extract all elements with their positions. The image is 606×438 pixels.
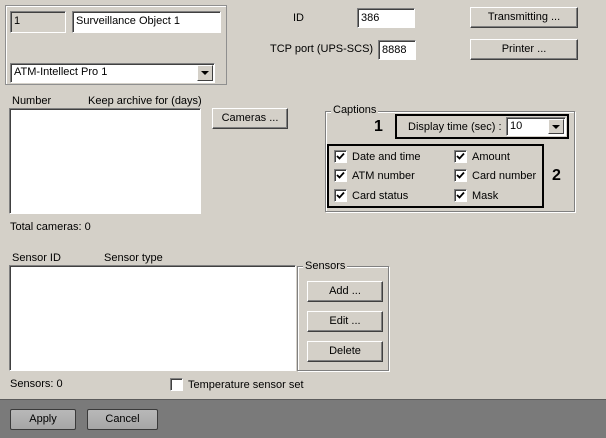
edit-sensor-button[interactable]: Edit ... — [307, 311, 383, 332]
card-status-label: Card status — [352, 190, 409, 202]
display-time-value: 10 — [510, 120, 523, 132]
object-number-field[interactable]: 1 — [10, 11, 66, 33]
date-time-checkbox[interactable] — [334, 150, 347, 163]
sensors-col-type: Sensor type — [104, 252, 163, 264]
object-type-combo[interactable]: ATM-Intellect Pro 1 — [10, 63, 215, 83]
id-label: ID — [293, 12, 304, 24]
sensors-list[interactable] — [9, 265, 296, 371]
cameras-col-number: Number — [12, 95, 52, 107]
chevron-down-icon[interactable] — [548, 119, 564, 134]
transmitting-button[interactable]: Transmitting ... — [470, 7, 578, 28]
temperature-checkbox[interactable] — [170, 378, 183, 391]
id-field[interactable]: 386 — [357, 8, 415, 28]
check-icon — [456, 191, 465, 199]
check-icon — [336, 152, 345, 160]
cancel-button[interactable]: Cancel — [87, 409, 158, 430]
mask-label: Mask — [472, 190, 499, 202]
atm-number-label: ATM number — [352, 170, 415, 182]
card-status-checkbox[interactable] — [334, 189, 347, 202]
sensors-total-label: Sensors: 0 — [10, 378, 63, 390]
sensors-group-title: Sensors — [303, 260, 348, 273]
annotation-1: 1 — [374, 118, 383, 135]
check-icon — [336, 191, 345, 199]
apply-button[interactable]: Apply — [10, 409, 76, 430]
display-time-label: Display time (sec) : — [408, 121, 502, 133]
chevron-down-icon[interactable] — [197, 65, 213, 81]
check-icon — [456, 152, 465, 160]
card-number-checkbox[interactable] — [454, 169, 467, 182]
object-type-value: ATM-Intellect Pro 1 — [14, 66, 108, 78]
printer-button[interactable]: Printer ... — [470, 39, 578, 60]
card-number-label: Card number — [472, 170, 537, 182]
temperature-label: Temperature sensor set — [188, 379, 304, 391]
cameras-list[interactable] — [9, 108, 201, 214]
sensors-col-id: Sensor ID — [12, 252, 61, 264]
amount-label: Amount — [472, 151, 510, 163]
check-icon — [336, 171, 345, 179]
delete-sensor-button[interactable]: Delete — [307, 341, 383, 362]
date-time-label: Date and time — [352, 151, 421, 163]
add-sensor-button[interactable]: Add ... — [307, 281, 383, 302]
amount-checkbox[interactable] — [454, 150, 467, 163]
atm-number-checkbox[interactable] — [334, 169, 347, 182]
mask-checkbox[interactable] — [454, 189, 467, 202]
annotation-2: 2 — [552, 167, 561, 184]
total-cameras-label: Total cameras: 0 — [10, 221, 91, 233]
cameras-button[interactable]: Cameras ... — [212, 108, 288, 129]
cameras-col-archive: Keep archive for (days) — [88, 95, 202, 107]
captions-title: Captions — [331, 104, 379, 117]
check-icon — [456, 171, 465, 179]
object-name-field[interactable]: Surveillance Object 1 — [72, 11, 221, 33]
tcp-port-label: TCP port (UPS-SCS) — [270, 43, 374, 55]
bottom-bar: Apply Cancel — [0, 399, 606, 438]
tcp-port-field[interactable]: 8888 — [378, 40, 416, 60]
display-time-combo[interactable]: 10 — [506, 117, 566, 136]
